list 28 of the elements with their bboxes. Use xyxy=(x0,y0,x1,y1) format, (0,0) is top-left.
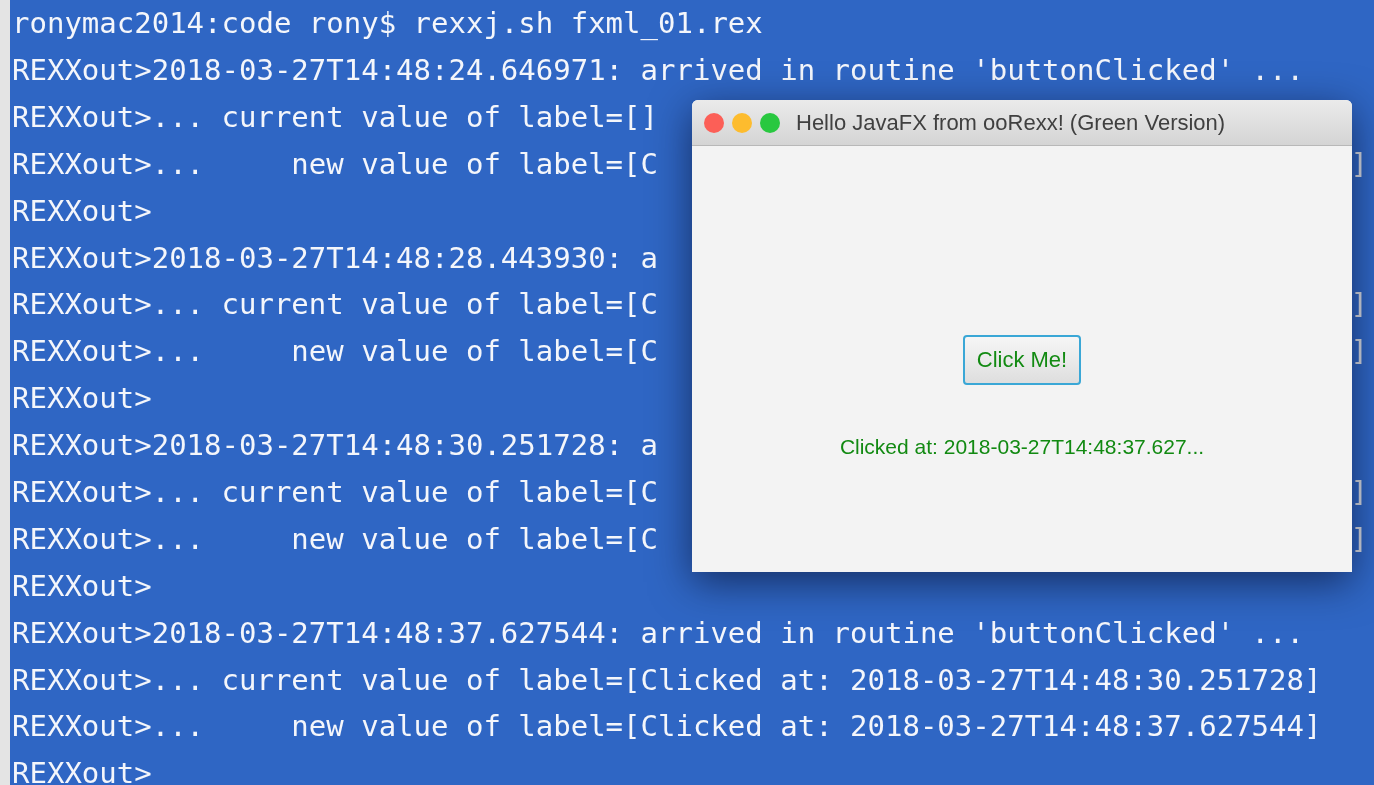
terminal-line: REXXout> xyxy=(12,381,152,416)
terminal-line: REXXout>2018-03-27T14:48:37.627544: arrived in routine 'buttonClicked' ... xyxy=(12,615,1304,651)
terminal-line-fragment: ] xyxy=(1350,287,1368,323)
terminal-line: REXXout>... current value of label=[C xyxy=(12,474,658,510)
terminal-line: REXXout> xyxy=(12,568,152,604)
terminal-line: REXXout>... new value of label=[C xyxy=(12,521,658,557)
terminal-line: REXXout>... current value of label=[] xyxy=(12,99,658,135)
maximize-icon[interactable] xyxy=(760,112,780,133)
terminal-line-fragment: ] xyxy=(1350,474,1368,510)
terminal-line: REXXout>2018-03-27T14:48:30.251728: a xyxy=(12,428,658,463)
terminal-line-fragment: ] xyxy=(1350,146,1368,182)
terminal-line: REXXout> xyxy=(12,193,152,229)
terminal-line: REXXout> xyxy=(12,756,152,785)
status-label: Clicked at: 2018-03-27T14:48:37.627... xyxy=(839,435,1205,459)
terminal-line: ronymac2014:code rony$ rexxj.sh fxml_01.rex xyxy=(12,6,763,41)
terminal-line: REXXout>... current value of label=[Clicked at: 2018-03-27T14:48:30.251728] xyxy=(12,662,1322,698)
terminal-line-fragment: ] xyxy=(1350,521,1368,557)
minimize-icon[interactable] xyxy=(732,112,752,133)
terminal-line: REXXout>... new value of label=[C xyxy=(12,146,658,182)
terminal-line-fragment: ] xyxy=(1350,334,1368,370)
close-icon[interactable] xyxy=(704,112,724,133)
terminal-line: REXXout>... current value of label=[C xyxy=(12,287,658,323)
terminal-line: REXXout>2018-03-27T14:48:28.443930: a xyxy=(12,240,658,276)
terminal-line: REXXout>... new value of label=[Clicked at: 2018-03-27T14:48:37.627544] xyxy=(12,709,1322,745)
click-button[interactable]: Click Me! xyxy=(962,335,1082,385)
terminal-line: REXXout>2018-03-27T14:48:24.646971: arrived in routine 'buttonClicked' ... xyxy=(12,52,1304,88)
window-title: Hello JavaFX from ooRexx! (Green Version) xyxy=(796,109,1226,136)
terminal-line: REXXout>... new value of label=[C xyxy=(12,334,658,370)
